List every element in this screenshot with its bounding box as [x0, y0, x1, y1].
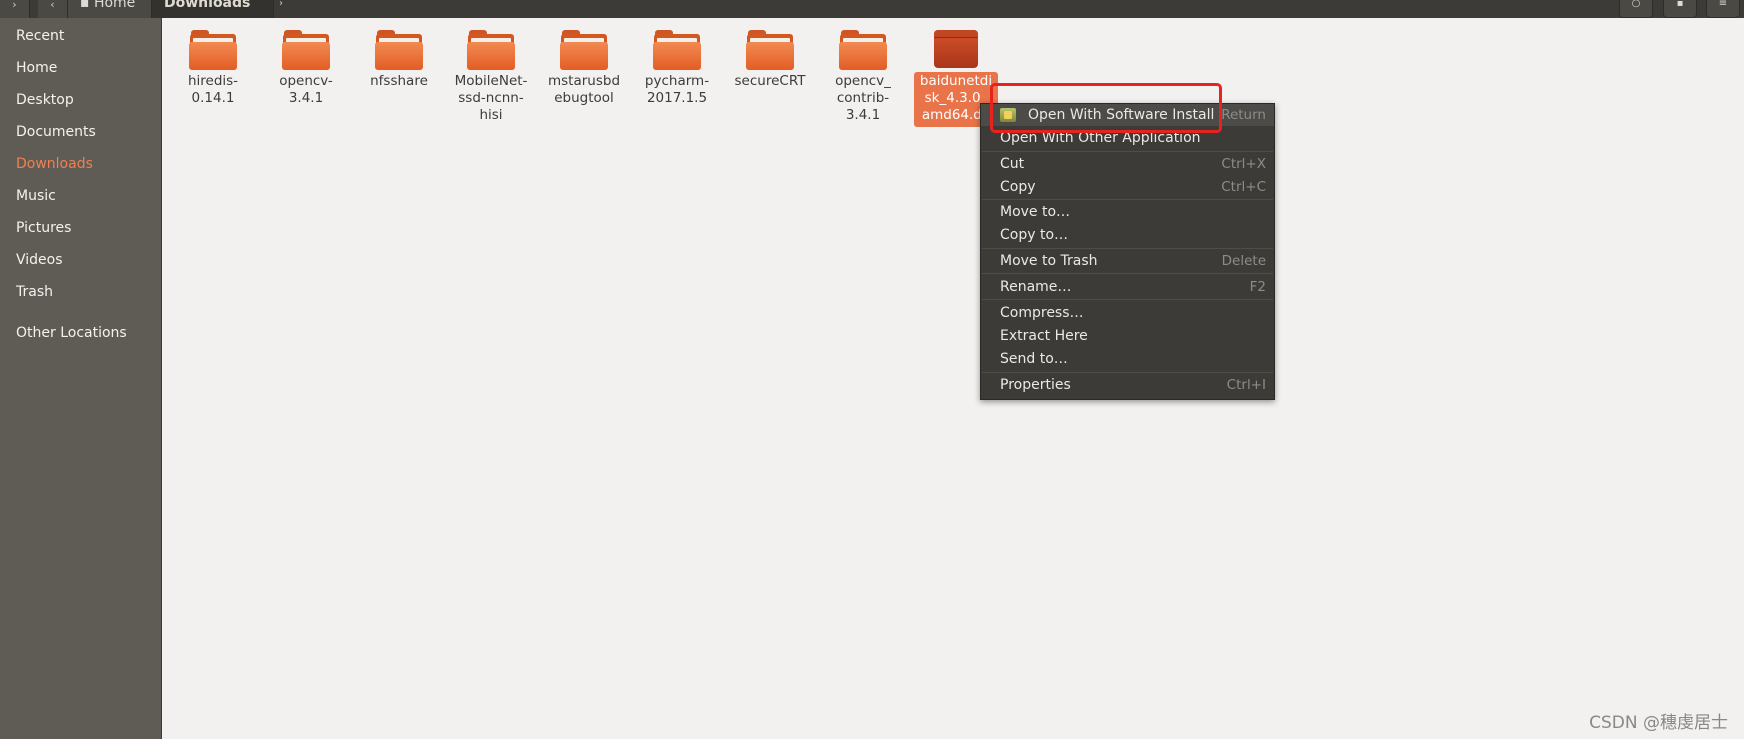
file-name: mstarusbd ebugtool: [547, 73, 621, 106]
file-name: MobileNet- ssd-ncnn- hisi: [454, 73, 528, 123]
package-icon: [934, 30, 978, 68]
menu-item-move-to-trash[interactable]: Move to Trash Delete: [981, 250, 1274, 272]
chevron-left-icon: ‹: [50, 0, 55, 11]
sidebar-item-pictures[interactable]: Pictures: [16, 219, 71, 237]
menu-item-shortcut: F2: [1249, 279, 1266, 295]
sidebar-item-home[interactable]: Home: [16, 59, 57, 77]
context-menu: Open With Software Install Return Open W…: [980, 103, 1275, 400]
menu-item-label: Open With Software Install: [1028, 107, 1215, 123]
menu-item-open-with-other-application[interactable]: Open With Other Application: [981, 127, 1274, 149]
software-install-icon: [1000, 108, 1016, 122]
sidebar-item-music[interactable]: Music: [16, 187, 56, 205]
file-name: opencv- 3.4.1: [279, 73, 333, 106]
file-item[interactable]: MobileNet- ssd-ncnn- hisi: [447, 30, 535, 124]
menu-button[interactable]: ≡: [1706, 0, 1740, 18]
menu-item-label: Send to…: [1000, 351, 1068, 367]
sidebar-item-downloads[interactable]: Downloads: [16, 155, 93, 173]
menu-item-label: Copy to…: [1000, 227, 1069, 243]
sidebar-item-recent[interactable]: Recent: [16, 27, 64, 45]
menu-item-label: Move to…: [1000, 204, 1071, 220]
file-item[interactable]: mstarusbd ebugtool: [540, 30, 628, 107]
menu-item-extract-here[interactable]: Extract Here: [981, 325, 1274, 347]
file-item[interactable]: hiredis- 0.14.1: [169, 30, 257, 107]
menu-item-label: Extract Here: [1000, 328, 1088, 344]
file-item[interactable]: pycharm- 2017.1.5: [633, 30, 721, 107]
menu-item-shortcut: Ctrl+X: [1221, 156, 1266, 172]
menu-item-shortcut: Ctrl+I: [1226, 377, 1266, 393]
file-item[interactable]: nfsshare: [355, 30, 443, 90]
breadcrumb-home-label: Home: [93, 0, 136, 11]
chevron-left-icon: ›: [12, 0, 17, 11]
menu-separator: [982, 199, 1273, 200]
search-button[interactable]: ○: [1619, 0, 1653, 18]
menu-item-label: Open With Other Application: [1000, 130, 1201, 146]
back-button[interactable]: ›: [0, 0, 30, 18]
folder-icon: [189, 30, 237, 70]
menu-item-shortcut: Delete: [1221, 253, 1266, 269]
file-name: secureCRT: [734, 73, 806, 89]
hamburger-icon: ≡: [1718, 0, 1728, 9]
watermark-text: CSDN @穗虔居士: [1589, 713, 1728, 733]
folder-icon: [467, 30, 515, 70]
menu-item-label: Move to Trash: [1000, 253, 1098, 269]
menu-item-move-to[interactable]: Move to…: [981, 201, 1274, 223]
chevron-right-icon[interactable]: ›: [274, 0, 288, 18]
folder-icon: [560, 30, 608, 70]
menu-item-copy-to[interactable]: Copy to…: [981, 224, 1274, 246]
menu-separator: [982, 372, 1273, 373]
file-name: nfsshare: [370, 73, 428, 89]
folder-icon: [375, 30, 423, 70]
file-name: hiredis- 0.14.1: [187, 73, 239, 106]
places-sidebar: Recent Home Desktop Documents Downloads …: [0, 18, 162, 739]
menu-separator: [982, 248, 1273, 249]
menu-separator: [982, 273, 1273, 274]
menu-item-compress[interactable]: Compress…: [981, 302, 1274, 324]
menu-item-label: Copy: [1000, 179, 1036, 195]
header-bar: › ‹ ▪ Home Downloads › ○ ▪ ≡: [0, 0, 1744, 18]
breadcrumb-downloads-label: Downloads: [164, 0, 251, 11]
sidebar-item-other-locations[interactable]: Other Locations: [16, 324, 127, 342]
home-icon: ▪: [80, 0, 90, 11]
menu-separator: [982, 151, 1273, 152]
forward-button[interactable]: ‹: [38, 0, 68, 18]
file-item[interactable]: opencv- 3.4.1: [262, 30, 350, 107]
search-icon: ○: [1631, 0, 1641, 9]
view-toggle-button[interactable]: ▪: [1663, 0, 1697, 18]
menu-item-label: Rename…: [1000, 279, 1072, 295]
breadcrumb-downloads[interactable]: Downloads: [152, 0, 274, 18]
menu-item-open-with-software-install[interactable]: Open With Software Install Return: [981, 104, 1274, 126]
file-item[interactable]: secureCRT: [726, 30, 814, 90]
folder-icon: [653, 30, 701, 70]
menu-item-properties[interactable]: Properties Ctrl+I: [981, 374, 1274, 396]
sidebar-item-desktop[interactable]: Desktop: [16, 91, 74, 109]
menu-item-send-to[interactable]: Send to…: [981, 348, 1274, 370]
breadcrumb-home[interactable]: ▪ Home: [68, 0, 152, 18]
menu-item-rename[interactable]: Rename… F2: [981, 276, 1274, 298]
sidebar-item-documents[interactable]: Documents: [16, 123, 96, 141]
file-name: opencv_ contrib- 3.4.1: [835, 73, 891, 123]
menu-item-cut[interactable]: Cut Ctrl+X: [981, 153, 1274, 175]
menu-item-label: Compress…: [1000, 305, 1084, 321]
folder-icon: [282, 30, 330, 70]
folder-icon: [839, 30, 887, 70]
sidebar-item-videos[interactable]: Videos: [16, 251, 63, 269]
menu-item-label: Properties: [1000, 377, 1071, 393]
folder-icon: [746, 30, 794, 70]
grid-icon: ▪: [1676, 0, 1684, 9]
menu-item-label: Cut: [1000, 156, 1025, 172]
menu-separator: [982, 299, 1273, 300]
menu-item-shortcut: Ctrl+C: [1221, 179, 1266, 195]
sidebar-item-trash[interactable]: Trash: [16, 283, 53, 301]
menu-item-shortcut: Return: [1221, 107, 1266, 123]
menu-item-copy[interactable]: Copy Ctrl+C: [981, 176, 1274, 198]
file-item[interactable]: opencv_ contrib- 3.4.1: [819, 30, 907, 124]
file-name: pycharm- 2017.1.5: [644, 73, 710, 106]
